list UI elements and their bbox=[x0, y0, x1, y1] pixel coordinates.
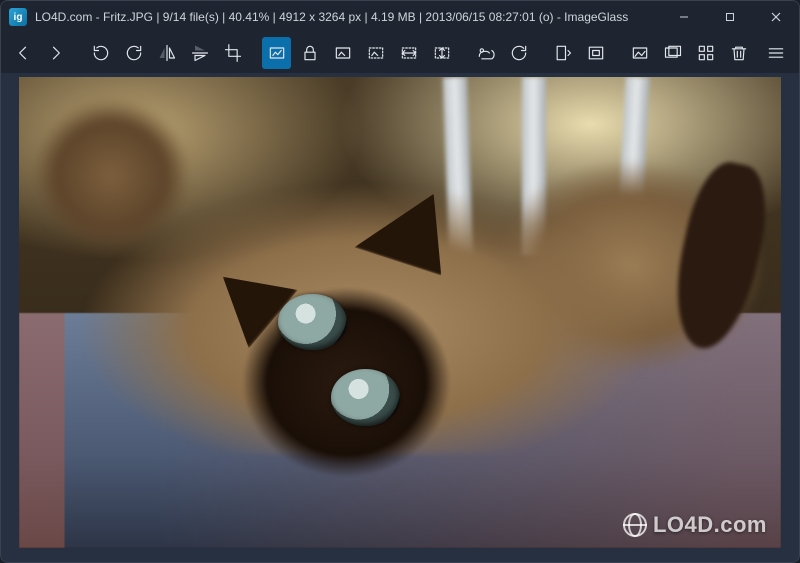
goto-button[interactable] bbox=[549, 37, 578, 69]
slideshow-icon bbox=[663, 43, 683, 63]
chevron-right-icon bbox=[46, 43, 66, 63]
globe-icon bbox=[623, 513, 647, 537]
menu-button[interactable] bbox=[762, 37, 791, 69]
minimize-icon bbox=[678, 11, 690, 23]
app-icon: ig bbox=[9, 8, 27, 26]
window-fit-button[interactable] bbox=[582, 37, 611, 69]
image-content bbox=[19, 77, 781, 548]
prev-button[interactable] bbox=[9, 37, 38, 69]
crop-button[interactable] bbox=[218, 37, 247, 69]
close-button[interactable] bbox=[753, 1, 799, 33]
autozoom-button[interactable] bbox=[262, 37, 291, 69]
hamburger-icon bbox=[766, 43, 786, 63]
flip-h-icon bbox=[157, 43, 177, 63]
fullscreen-button[interactable] bbox=[626, 37, 655, 69]
scale-width-icon bbox=[399, 43, 419, 63]
scale-fit-button[interactable] bbox=[328, 37, 357, 69]
autozoom-icon bbox=[267, 43, 287, 63]
window-controls bbox=[661, 1, 799, 33]
open-icon bbox=[476, 43, 496, 63]
flip-v-button[interactable] bbox=[185, 37, 214, 69]
fullscreen-icon bbox=[630, 43, 650, 63]
lock-zoom-button[interactable] bbox=[295, 37, 324, 69]
scale-fill-button[interactable] bbox=[361, 37, 390, 69]
minimize-button[interactable] bbox=[661, 1, 707, 33]
refresh-button[interactable] bbox=[505, 37, 534, 69]
flip-h-button[interactable] bbox=[152, 37, 181, 69]
goto-icon bbox=[553, 43, 573, 63]
slideshow-button[interactable] bbox=[659, 37, 688, 69]
refresh-icon bbox=[509, 43, 529, 63]
displayed-image: LO4D.com bbox=[19, 77, 781, 548]
thumbnails-button[interactable] bbox=[692, 37, 721, 69]
delete-button[interactable] bbox=[725, 37, 754, 69]
scale-width-button[interactable] bbox=[394, 37, 423, 69]
open-button[interactable] bbox=[472, 37, 501, 69]
crop-icon bbox=[223, 43, 243, 63]
flip-v-icon bbox=[190, 43, 210, 63]
scale-fill-icon bbox=[366, 43, 386, 63]
titlebar[interactable]: ig LO4D.com - Fritz.JPG | 9/14 file(s) |… bbox=[1, 1, 799, 33]
maximize-icon bbox=[724, 11, 736, 23]
maximize-button[interactable] bbox=[707, 1, 753, 33]
rotate-cw-icon bbox=[124, 43, 144, 63]
grid-icon bbox=[696, 43, 716, 63]
watermark-text: LO4D.com bbox=[653, 512, 767, 538]
rotate-ccw-icon bbox=[91, 43, 111, 63]
scale-height-button[interactable] bbox=[427, 37, 456, 69]
close-icon bbox=[770, 11, 782, 23]
scale-fit-icon bbox=[333, 43, 353, 63]
toolbar bbox=[1, 33, 799, 73]
rotate-cw-button[interactable] bbox=[119, 37, 148, 69]
rotate-ccw-button[interactable] bbox=[86, 37, 115, 69]
app-window: ig LO4D.com - Fritz.JPG | 9/14 file(s) |… bbox=[0, 0, 800, 563]
watermark: LO4D.com bbox=[623, 512, 767, 538]
scale-height-icon bbox=[432, 43, 452, 63]
trash-icon bbox=[729, 43, 749, 63]
chevron-left-icon bbox=[13, 43, 33, 63]
image-viewport[interactable]: LO4D.com bbox=[1, 73, 799, 562]
lock-icon bbox=[300, 43, 320, 63]
window-fit-icon bbox=[586, 43, 606, 63]
next-button[interactable] bbox=[42, 37, 71, 69]
window-title: LO4D.com - Fritz.JPG | 9/14 file(s) | 40… bbox=[35, 10, 628, 24]
